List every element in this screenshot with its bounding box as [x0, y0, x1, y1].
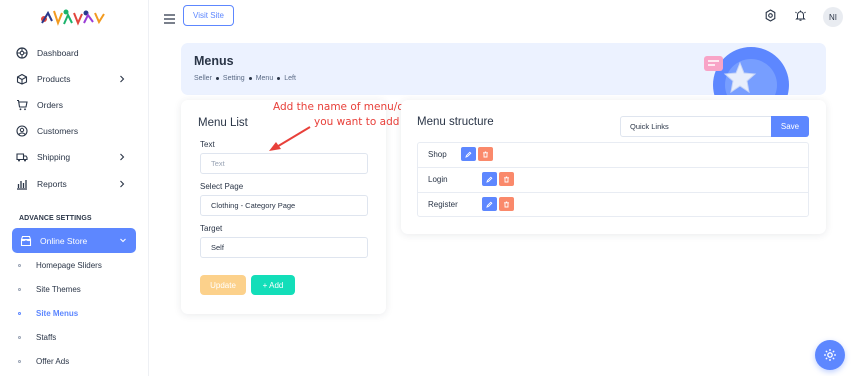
visit-site-button[interactable]: Visit Site [183, 5, 234, 26]
select-page-label: Select Page [200, 182, 244, 191]
bullet-icon [18, 336, 21, 339]
sidebar-item-customers[interactable]: Customers [16, 121, 140, 141]
brand-logo[interactable] [38, 5, 110, 29]
menu-structure-card: Menu structure Quick Links Save Shop Log… [401, 100, 826, 234]
sidebar-item-label: Shipping [37, 152, 71, 162]
sidebar-item-reports[interactable]: Reports [16, 174, 140, 194]
edit-button[interactable] [482, 172, 497, 186]
sidebar-subitem-label: Site Menus [36, 309, 79, 318]
trash-icon [504, 176, 509, 182]
box-icon [16, 73, 28, 85]
sidebar-section-title: ADVANCE SETTINGS [19, 215, 92, 222]
breadcrumb-item[interactable]: Setting [223, 75, 245, 82]
sidebar-item-label: Online Store [40, 235, 88, 246]
dashboard-icon [16, 47, 28, 59]
menu-structure-title: Menu structure [417, 116, 494, 128]
cart-icon [16, 99, 28, 111]
sidebar-subitem-staffs[interactable]: Staffs [18, 333, 56, 342]
bell-icon[interactable] [794, 9, 807, 22]
bullet-icon [18, 264, 21, 267]
sidebar-item-label: Reports [37, 179, 67, 189]
trash-icon [483, 151, 488, 157]
edit-button[interactable] [482, 197, 497, 211]
sidebar-item-shipping[interactable]: Shipping [16, 147, 140, 167]
breadcrumb-item[interactable]: Menu [256, 75, 274, 82]
chevron-right-icon [116, 73, 128, 85]
sidebar-item-label: Products [37, 74, 71, 84]
sidebar-subitem-label: Homepage Sliders [36, 261, 102, 270]
delete-button[interactable] [478, 147, 493, 161]
sidebar: Dashboard Products Orders Customers Ship… [0, 0, 149, 376]
store-icon [20, 235, 32, 247]
delete-button[interactable] [499, 172, 514, 186]
customizer-button[interactable] [815, 340, 845, 370]
avatar[interactable]: NI [823, 7, 843, 27]
sidebar-item-products[interactable]: Products [16, 69, 140, 89]
text-label: Text [200, 140, 215, 149]
breadcrumb-item[interactable]: Seller [194, 75, 212, 82]
page-title: Menus [194, 54, 234, 68]
menu-list-title: Menu List [198, 117, 248, 129]
bullet-icon [18, 312, 21, 315]
target-label: Target [200, 224, 223, 233]
trash-icon [504, 201, 509, 207]
annotation-arrow-icon [266, 124, 316, 154]
chevron-down-icon [118, 235, 128, 245]
chart-icon [16, 178, 28, 190]
menu-item-label: Login [428, 175, 448, 184]
menu-item-row[interactable]: Shop [418, 143, 808, 168]
menu-item-label: Shop [428, 150, 447, 159]
truck-icon [16, 151, 28, 163]
text-input[interactable]: Text [200, 153, 368, 174]
edit-icon [465, 151, 472, 158]
sidebar-subitem-site-themes[interactable]: Site Themes [18, 285, 81, 294]
menu-item-row[interactable]: Login [418, 168, 808, 193]
page-banner: Menus Seller Setting Menu Left [181, 43, 826, 95]
sidebar-item-dashboard[interactable]: Dashboard [16, 43, 140, 63]
sidebar-subitem-label: Staffs [36, 333, 57, 342]
sidebar-subitem-site-menus[interactable]: Site Menus [18, 309, 78, 318]
delete-button[interactable] [499, 197, 514, 211]
edit-button[interactable] [461, 147, 476, 161]
sidebar-subitem-offer-ads[interactable]: Offer Ads [18, 357, 69, 366]
edit-icon [486, 176, 493, 183]
menu-toggle-icon[interactable] [164, 11, 175, 24]
sidebar-item-online-store[interactable]: Online Store [12, 228, 136, 253]
add-button[interactable]: + Add [251, 275, 295, 295]
bullet-icon [18, 288, 21, 291]
target-dropdown[interactable]: Self [200, 237, 368, 258]
menu-item-row[interactable]: Register [418, 193, 808, 218]
breadcrumb-separator [248, 77, 252, 80]
star-illustration [699, 43, 809, 95]
menu-name-select[interactable]: Quick Links [620, 116, 772, 137]
bullet-icon [18, 360, 21, 363]
sidebar-item-label: Orders [37, 100, 63, 110]
save-button[interactable]: Save [771, 116, 809, 137]
chevron-right-icon [116, 178, 128, 190]
breadcrumb-item: Left [284, 75, 296, 82]
settings-icon[interactable] [764, 9, 777, 22]
chevron-right-icon [116, 151, 128, 163]
select-page-dropdown[interactable]: Clothing - Category Page [200, 195, 368, 216]
edit-icon [486, 201, 493, 208]
user-icon [16, 125, 28, 137]
sidebar-subitem-label: Offer Ads [36, 357, 70, 366]
sidebar-subitem-label: Site Themes [36, 285, 81, 294]
breadcrumb-separator [277, 77, 281, 80]
sidebar-item-orders[interactable]: Orders [16, 95, 140, 115]
menu-structure-list: Shop Login Register [417, 142, 809, 217]
menu-item-label: Register [428, 200, 458, 209]
update-button[interactable]: Update [200, 275, 246, 295]
breadcrumb-separator [215, 77, 219, 80]
sidebar-item-label: Customers [37, 126, 79, 136]
gear-icon [824, 349, 836, 361]
breadcrumb: Seller Setting Menu Left [194, 75, 296, 82]
sidebar-item-label: Dashboard [37, 48, 79, 58]
sidebar-subitem-homepage-sliders[interactable]: Homepage Sliders [18, 261, 102, 270]
